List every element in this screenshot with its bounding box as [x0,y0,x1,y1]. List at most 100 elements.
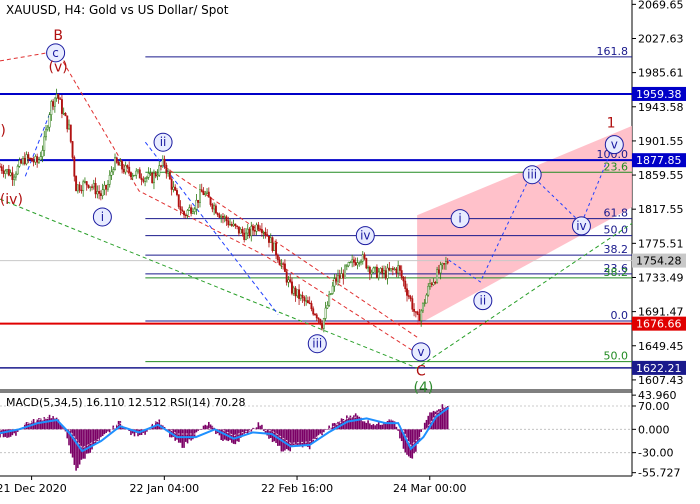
candle-body [2,170,5,174]
candle-body [306,300,309,304]
candle-body [236,225,239,227]
macd-histogram-bar [294,429,297,445]
macd-histogram-bar [262,429,265,431]
candle-body [174,186,177,191]
macd-histogram-bar [229,429,231,441]
candle-body [41,150,44,157]
candle-body [92,183,95,188]
candle-body [287,279,290,283]
candle-body [298,289,301,299]
candle-body [36,156,39,163]
candle-body [57,94,60,99]
price-axis-label: 2027.63 [638,32,684,45]
candle-body [153,173,155,184]
candle-body [0,166,1,168]
candle-body [22,158,24,164]
candle-body [255,224,258,232]
candle-body [105,184,108,190]
macd-histogram-bar [101,429,104,437]
macd-histogram-bar [361,421,364,430]
macd-histogram-bar [202,425,205,430]
macd-histogram-bar [190,429,192,441]
macd-histogram-bar [296,429,299,447]
wave-label: v [417,345,424,359]
candle-body [211,204,214,210]
candle-body [248,228,251,237]
macd-histogram-bar [418,429,421,441]
macd-histogram-bar [80,429,83,460]
candle-body [85,181,88,186]
macd-histogram-bar [285,429,288,450]
candle-body [149,173,152,175]
macd-histogram-bar [257,422,260,430]
macd-histogram-bar [363,421,366,430]
candle-body [213,205,216,210]
candle-body [209,197,212,205]
macd-histogram-bar [206,425,208,430]
price-axis-label: 1859.55 [638,169,684,182]
candle-body [73,157,76,177]
candle-body [278,259,281,265]
candle-body [432,282,435,286]
candle-body [356,262,359,266]
candle-body [361,254,364,262]
macd-histogram-bar [46,417,49,430]
macd-histogram-bar [89,429,92,453]
candle-body [370,271,373,275]
candle-body [55,94,58,99]
candle-body [59,98,62,100]
candle-body [338,275,341,279]
macd-histogram-bar [183,429,185,448]
candle-body [280,263,283,265]
candle-body [13,176,16,180]
wave-label: v [611,138,618,152]
candle-body [45,128,47,138]
candle-body [329,293,332,295]
candle-body [197,199,200,203]
candle-body [130,172,132,178]
macd-histogram-bar [411,429,414,459]
macd-histogram-bar [392,420,394,430]
candle-body [121,161,124,170]
candle-body [69,124,72,142]
candle-body [358,262,361,264]
candle-body [229,224,231,226]
candle-body [108,174,111,185]
wave-label: c [52,46,59,60]
candle-body [20,160,23,164]
candle-body [156,174,159,177]
macd-histogram-bar [298,429,300,447]
candle-body [441,263,444,266]
candle-body [98,191,101,194]
macd-histogram-bar [374,425,376,430]
candle-body [434,282,437,284]
candle-body [101,189,104,196]
candle-body [207,191,210,198]
candle-body [131,175,134,178]
macd-histogram-bar [200,429,203,430]
wave-label: ii [160,135,167,149]
candle-body [188,207,191,211]
candle-body [425,294,428,304]
candle-body [252,226,255,231]
chart-canvas: 161.8100.023.661.850.038.223.638.20.050.… [0,0,686,495]
macd-histogram-bar [222,429,224,441]
wave-label: iv [576,219,586,233]
wave-label: i [458,212,461,226]
macd-histogram-bar [376,423,378,430]
candle-body [421,302,424,312]
candle-body [147,173,150,178]
macd-histogram-bar [112,425,115,430]
candle-body [400,270,403,278]
candle-body [397,265,400,274]
candle-body [112,169,115,173]
candle-body [225,216,228,222]
time-axis-label: 22 Feb 16:00 [261,482,333,495]
macd-histogram-bar [395,426,398,430]
macd-histogram-bar [367,420,369,430]
candle-body [71,141,74,158]
macd-histogram-bar [236,429,238,442]
price-axis-label: 2069.65 [638,0,684,11]
macd-histogram-bar [317,429,320,436]
candle-body [115,157,118,163]
